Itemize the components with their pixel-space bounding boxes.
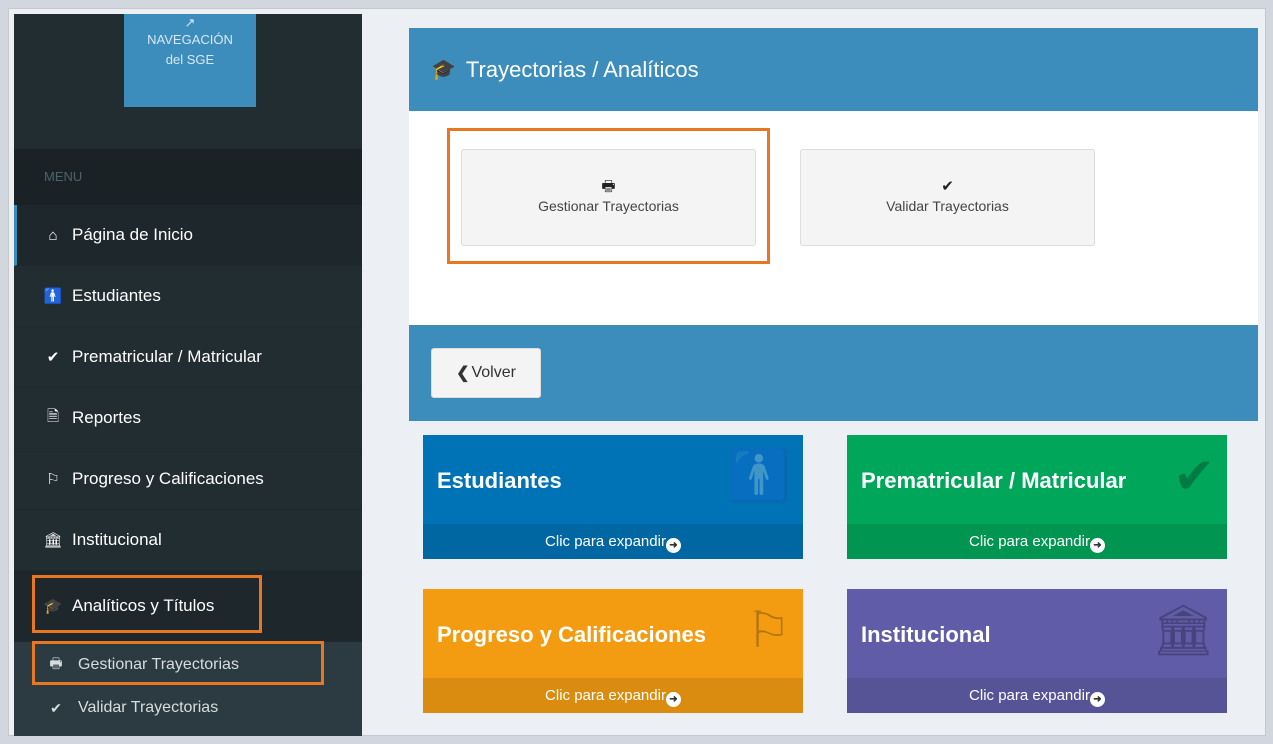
sidebar-item-label: Prematricular / Matricular: [72, 347, 262, 366]
arrow-circle-right-icon: ➜: [1089, 538, 1105, 553]
box-footer[interactable]: Clic para expandir ➜: [847, 678, 1227, 713]
box-footer[interactable]: Clic para expandir ➜: [847, 524, 1227, 559]
box-footer[interactable]: Clic para expandir ➜: [423, 678, 803, 713]
institution-icon: 🏛: [43, 532, 63, 549]
flag-icon: ⚐: [46, 471, 60, 488]
student-icon: 🚹: [728, 448, 791, 504]
page-title: Trayectorias / Analíticos: [465, 56, 699, 82]
validar-trayectorias-button[interactable]: ✔ Validar Trayectorias: [800, 149, 1095, 246]
student-icon: 🚹: [43, 288, 63, 305]
box-title: Estudiantes: [437, 468, 562, 493]
panel-header: 🎓 Trayectorias / Analíticos: [409, 28, 1258, 111]
box-progreso[interactable]: Progreso y Calificaciones ⚐ Clic para ex…: [423, 589, 803, 713]
sidebar-item-label: Progreso y Calificaciones: [72, 469, 264, 488]
highlight-gestionar-submenu: [32, 641, 324, 685]
button-label: Validar Trayectorias: [886, 198, 1009, 214]
sidebar-item-inicio[interactable]: ⌂ Página de Inicio: [14, 205, 362, 266]
institution-icon: 🏛: [1151, 602, 1215, 658]
menu-header: MENU: [14, 149, 362, 205]
arrow-circle-right-icon: ➜: [665, 538, 681, 553]
chevron-left-icon: ❮: [456, 365, 470, 382]
sidebar-item-institucional[interactable]: 🏛 Institucional: [14, 510, 362, 571]
back-label: Volver: [471, 364, 516, 381]
nav-sge-line1: NAVEGACIÓN: [147, 32, 233, 47]
nav-sge-line2: del SGE: [165, 52, 215, 67]
box-title: Prematricular / Matricular: [861, 468, 1127, 493]
submenu-item-validar[interactable]: ✔ Validar Trayectorias: [14, 689, 362, 727]
flag-icon: ⚐: [746, 602, 791, 658]
box-institucional[interactable]: Institucional 🏛 Clic para expandir ➜: [847, 589, 1227, 713]
arrow-circle-right-icon: ➜: [665, 692, 681, 707]
box-estudiantes[interactable]: Estudiantes 🚹 Clic para expandir ➜: [423, 435, 803, 559]
box-title: Institucional: [861, 622, 991, 647]
sidebar-item-reportes[interactable]: 🗎 Reportes: [14, 388, 362, 449]
graduation-cap-icon: 🎓: [431, 59, 456, 81]
back-button[interactable]: ❮ Volver: [431, 348, 541, 398]
box-footer-label: Clic para expandir: [545, 533, 666, 550]
check-icon: ✔: [1173, 448, 1215, 504]
nav-sge-button[interactable]: ↗ NAVEGACIÓN del SGE: [124, 14, 256, 107]
box-footer-label: Clic para expandir: [545, 687, 666, 704]
box-footer-label: Clic para expandir: [969, 687, 1090, 704]
box-prematricular[interactable]: Prematricular / Matricular ✔ Clic para e…: [847, 435, 1227, 559]
sidebar-top: ↗ NAVEGACIÓN del SGE: [14, 14, 362, 149]
sidebar-item-label: Página de Inicio: [72, 225, 193, 244]
box-title: Progreso y Calificaciones: [437, 622, 706, 647]
check-icon: ✔: [50, 699, 62, 716]
check-icon: ✔: [941, 178, 954, 195]
submenu-item-label: Validar Trayectorias: [78, 699, 219, 716]
highlight-gestionar-button: [447, 128, 770, 264]
box-footer[interactable]: Clic para expandir ➜: [423, 524, 803, 559]
sidebar-item-estudiantes[interactable]: 🚹 Estudiantes: [14, 266, 362, 327]
home-icon: ⌂: [48, 226, 58, 244]
document-icon: 🗎: [46, 407, 60, 425]
check-icon: ✔: [46, 349, 60, 366]
sidebar-item-label: Reportes: [72, 408, 141, 427]
sidebar-item-label: Estudiantes: [72, 286, 161, 305]
arrow-circle-right-icon: ➜: [1089, 692, 1105, 707]
external-link-icon: ↗: [184, 15, 196, 30]
sidebar-item-prematricular[interactable]: ✔ Prematricular / Matricular: [14, 327, 362, 388]
box-footer-label: Clic para expandir: [969, 533, 1090, 550]
sidebar-item-progreso[interactable]: ⚐ Progreso y Calificaciones: [14, 449, 362, 510]
highlight-analiticos-menu: [32, 575, 262, 633]
sidebar-item-label: Institucional: [72, 530, 162, 549]
actions-bar: ❮ Volver: [409, 325, 1258, 421]
